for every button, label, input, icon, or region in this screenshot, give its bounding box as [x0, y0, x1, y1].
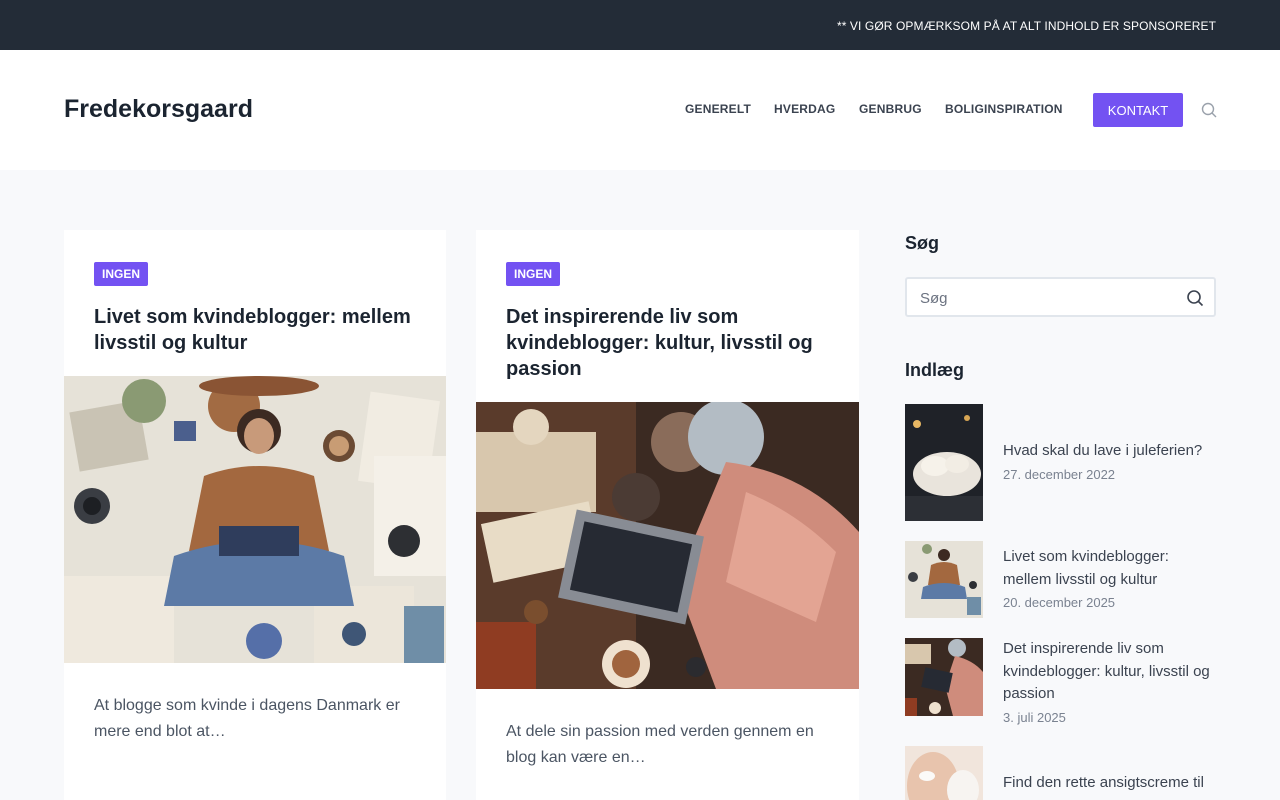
category-badge[interactable]: INGEN [506, 262, 561, 286]
nav-item-generelt[interactable]: GENERELT [685, 102, 751, 116]
recent-post-item[interactable]: Det inspirerende liv som kvindeblogger: … [905, 638, 1216, 725]
post-card[interactable]: INGEN Livet som kvindeblogger: mellem li… [64, 230, 446, 800]
recent-post-title[interactable]: Find den rette ansigtscreme til [1003, 772, 1216, 795]
post-title[interactable]: Livet som kvindeblogger: mellem livsstil… [94, 304, 424, 356]
recent-post-thumbnail[interactable] [905, 638, 983, 716]
recent-post-thumbnail[interactable] [905, 746, 983, 800]
posts-widget-title: Indlæg [905, 360, 964, 380]
top-notice-bar: ** VI GØR OPMÆRKSOM PÅ AT ALT INDHOLD ER… [0, 0, 1280, 50]
search-widget-title: Søg [905, 233, 939, 253]
category-badge[interactable]: INGEN [94, 262, 149, 286]
post-image[interactable] [64, 376, 446, 663]
recent-post-thumbnail[interactable] [905, 404, 983, 521]
recent-post-item[interactable]: Find den rette ansigtscreme til [905, 746, 1216, 800]
nav-item-genbrug[interactable]: GENBRUG [859, 102, 922, 116]
post-excerpt: At blogge som kvinde i dagens Danmark er… [94, 697, 400, 740]
contact-button[interactable]: KONTAKT [1093, 93, 1183, 127]
recent-post-title[interactable]: Hvad skal du lave i juleferien? [1003, 440, 1216, 463]
sponsored-notice: ** VI GØR OPMÆRKSOM PÅ AT ALT INDHOLD ER… [836, 19, 1216, 33]
recent-post-thumbnail[interactable] [905, 541, 983, 618]
site-header: Fredekorsgaard GENERELT HVERDAG GENBRUG … [0, 50, 1280, 170]
post-title[interactable]: Det inspirerende liv som kvindeblogger: … [506, 304, 836, 382]
recent-post-title[interactable]: Livet som kvindeblogger: mellem livsstil… [1003, 546, 1216, 591]
post-image[interactable] [476, 402, 859, 689]
main-nav: GENERELT HVERDAG GENBRUG BOLIGINSPIRATIO… [0, 102, 1280, 122]
nav-item-hverdag[interactable]: HVERDAG [774, 102, 835, 116]
recent-post-title[interactable]: Det inspirerende liv som kvindeblogger: … [1003, 638, 1216, 706]
recent-post-date: 27. december 2022 [1003, 466, 1116, 482]
recent-post-item[interactable]: Hvad skal du lave i juleferien? 27. dece… [905, 404, 1216, 521]
post-card[interactable]: INGEN Det inspirerende liv som kvindeblo… [476, 230, 859, 800]
search-icon[interactable] [1201, 102, 1217, 118]
sidebar-search-box [905, 277, 1216, 317]
recent-post-date: 3. juli 2025 [1003, 709, 1066, 725]
recent-post-date: 20. december 2025 [1003, 595, 1116, 610]
recent-post-item[interactable]: Livet som kvindeblogger: mellem livsstil… [905, 541, 1216, 618]
search-input[interactable] [920, 288, 1170, 308]
nav-item-boliginspiration[interactable]: BOLIGINSPIRATION [945, 102, 1063, 116]
search-icon[interactable] [1186, 289, 1204, 307]
post-excerpt: At dele sin passion med verden gennem en… [506, 723, 814, 766]
